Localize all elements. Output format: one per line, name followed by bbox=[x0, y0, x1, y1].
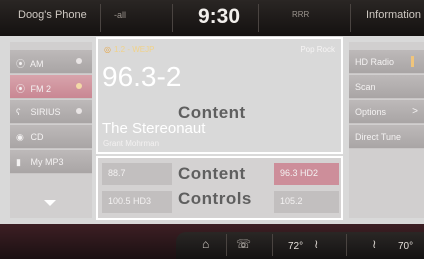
options-list: HD Radio Scan Options > Direct Tune bbox=[349, 42, 424, 218]
source-list: ⦿ AM ⦿ FM 2 ʕ SIRIUS ◉ CD ▮ My MP3 bbox=[10, 42, 92, 218]
source-item-fm2[interactable]: ⦿ FM 2 bbox=[10, 75, 92, 99]
hd-radio-button[interactable]: HD Radio bbox=[349, 50, 424, 74]
source-item-mymp3[interactable]: ▮ My MP3 bbox=[10, 150, 92, 174]
information-button[interactable]: Information bbox=[366, 9, 421, 21]
station-id: ◎ 1.2 - WEJP bbox=[104, 45, 154, 54]
source-item-am[interactable]: ⦿ AM bbox=[10, 50, 92, 74]
source-label: AM bbox=[30, 59, 44, 69]
radio-icon: ⦿ bbox=[16, 59, 26, 69]
bottom-bar: ⌂ ☏ 72° ≀ ≀ 70° bbox=[0, 224, 424, 259]
direct-tune-button[interactable]: Direct Tune bbox=[349, 125, 424, 149]
option-label: Scan bbox=[355, 82, 376, 92]
source-item-sirius[interactable]: ʕ SIRIUS bbox=[10, 100, 92, 124]
song-title: The Stereonaut bbox=[102, 120, 206, 137]
signal-icon: -all bbox=[114, 10, 127, 20]
scan-button[interactable]: Scan bbox=[349, 75, 424, 99]
frequency-display: 96.3-2 bbox=[102, 61, 182, 92]
source-label: CD bbox=[30, 132, 44, 142]
status-bar: Doog's Phone -all 9:30 RRR Information bbox=[0, 0, 424, 36]
phone-status[interactable]: Doog's Phone bbox=[18, 9, 87, 21]
indicator-dot bbox=[76, 108, 82, 114]
source-item-cd[interactable]: ◉ CD bbox=[10, 125, 92, 149]
media-screen: ⦿ AM ⦿ FM 2 ʕ SIRIUS ◉ CD ▮ My MP3 ◎ 1.2… bbox=[0, 36, 424, 224]
sync-screen: Doog's Phone -all 9:30 RRR Information ⦿… bbox=[0, 0, 424, 259]
passenger-temp[interactable]: 70° bbox=[398, 241, 413, 252]
hd-icon: ◎ bbox=[104, 45, 111, 54]
station-id-text: 1.2 - WEJP bbox=[113, 45, 155, 54]
toggle-indicator bbox=[411, 56, 414, 67]
option-label: HD Radio bbox=[355, 57, 395, 67]
status-divider bbox=[258, 4, 259, 32]
radio-icon: ⦿ bbox=[16, 84, 26, 94]
content-controls-annotation-line2: Controls bbox=[178, 189, 252, 208]
mp3-player-icon: ▮ bbox=[16, 157, 21, 167]
option-label: Options bbox=[355, 107, 387, 117]
source-label: FM 2 bbox=[30, 84, 52, 94]
bottom-dock: ⌂ ☏ 72° ≀ ≀ 70° bbox=[176, 232, 424, 259]
indicator-dot bbox=[76, 58, 82, 64]
preset-label: 100.5 HD3 bbox=[108, 196, 152, 206]
climate-status-icon: RRR bbox=[292, 10, 310, 19]
clock: 9:30 bbox=[198, 5, 241, 28]
source-label: My MP3 bbox=[30, 157, 64, 167]
options-button[interactable]: Options > bbox=[349, 100, 424, 124]
dock-divider bbox=[346, 234, 347, 256]
artist-name: Grant Mohrman bbox=[103, 139, 160, 148]
status-divider bbox=[172, 4, 173, 32]
phone-icon[interactable]: ☏ bbox=[236, 237, 251, 251]
dock-divider bbox=[272, 234, 273, 256]
dock-divider bbox=[226, 234, 227, 256]
cd-icon: ◉ bbox=[16, 132, 24, 142]
preset-label: 96.3 HD2 bbox=[280, 168, 319, 178]
preset-button-active[interactable]: 96.3 HD2 bbox=[274, 163, 339, 185]
content-controls-annotation-line1: Content bbox=[178, 164, 246, 183]
status-divider bbox=[100, 4, 101, 32]
driver-temp[interactable]: 72° bbox=[288, 241, 303, 252]
genre-label: Pop Rock bbox=[300, 45, 335, 54]
preset-label: 88.7 bbox=[108, 168, 126, 178]
chevron-right-icon: > bbox=[412, 106, 418, 117]
content-controls-region: 88.7 96.3 HD2 100.5 HD3 105.2 Content Co… bbox=[96, 156, 343, 220]
preset-button[interactable]: 88.7 bbox=[102, 163, 172, 185]
home-icon[interactable]: ⌂ bbox=[202, 237, 209, 251]
indicator-dot bbox=[76, 83, 82, 89]
chevron-down-icon[interactable] bbox=[44, 200, 56, 206]
status-divider bbox=[350, 4, 351, 32]
content-region: ◎ 1.2 - WEJP Pop Rock 96.3-2 Content The … bbox=[96, 37, 343, 154]
source-label: SIRIUS bbox=[30, 107, 61, 117]
seat-heat-icon[interactable]: ≀ bbox=[314, 237, 319, 251]
option-label: Direct Tune bbox=[355, 132, 402, 142]
preset-button[interactable]: 100.5 HD3 bbox=[102, 191, 172, 213]
preset-label: 105.2 bbox=[280, 196, 303, 206]
preset-button[interactable]: 105.2 bbox=[274, 191, 339, 213]
sirius-icon: ʕ bbox=[16, 107, 21, 117]
seat-heat-icon[interactable]: ≀ bbox=[372, 237, 377, 251]
